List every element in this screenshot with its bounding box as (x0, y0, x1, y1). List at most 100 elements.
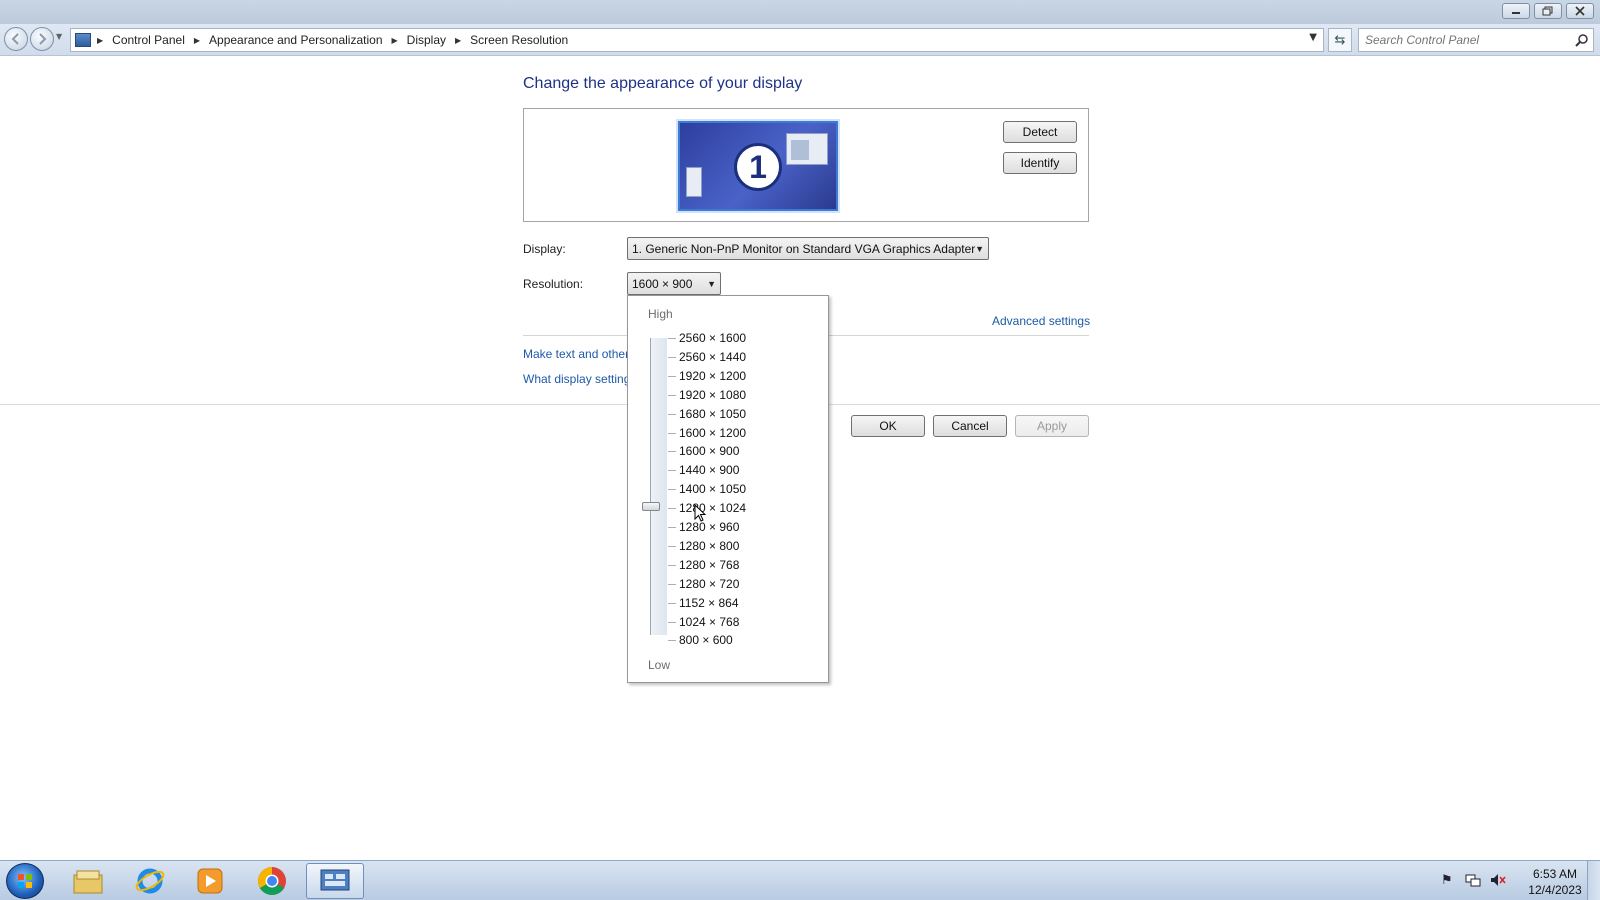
breadcrumb-arrow-icon[interactable]: ▶ (194, 36, 200, 45)
resolution-select[interactable]: 1600 × 900 ▼ (627, 272, 721, 295)
media-player-icon[interactable] (182, 863, 238, 899)
network-icon[interactable] (1465, 873, 1481, 891)
slider-tick (668, 356, 676, 358)
slider-tick (668, 489, 676, 491)
display-label: Display: (523, 242, 566, 256)
clock-time: 6:53 AM (1532, 867, 1578, 881)
breadcrumb: ▶ Control Panel ▶ Appearance and Persona… (97, 33, 568, 47)
forward-button[interactable] (30, 27, 54, 51)
control-panel-icon (75, 33, 91, 47)
breadcrumb-display[interactable]: Display (407, 33, 446, 47)
resolution-option[interactable]: 1280 × 960 (679, 520, 739, 538)
resolution-option[interactable]: 1024 × 768 (679, 615, 739, 633)
breadcrumb-arrow-icon[interactable]: ▶ (455, 36, 461, 45)
slider-tick (668, 451, 676, 453)
back-button[interactable] (4, 27, 28, 51)
resolution-option[interactable]: 1400 × 1050 (679, 482, 746, 500)
slider-tick (668, 394, 676, 396)
slider-tick (668, 545, 676, 547)
display-select-value: 1. Generic Non-PnP Monitor on Standard V… (632, 242, 976, 256)
address-bar[interactable]: ▶ Control Panel ▶ Appearance and Persona… (70, 28, 1324, 52)
window-title-bar (0, 0, 1600, 24)
restore-icon[interactable] (1534, 3, 1562, 19)
close-icon[interactable] (1566, 3, 1594, 19)
search-box[interactable] (1358, 28, 1594, 52)
start-button[interactable] (6, 863, 44, 899)
resolution-option[interactable]: 1680 × 1050 (679, 407, 746, 425)
slider-tick (668, 564, 676, 566)
chevron-down-icon: ▼ (975, 244, 984, 254)
minimize-icon[interactable] (1502, 3, 1530, 19)
action-center-flag-icon[interactable]: ⚑ (1441, 873, 1453, 888)
slider-tick (668, 508, 676, 510)
cancel-button[interactable]: Cancel (933, 415, 1007, 437)
volume-muted-icon[interactable] (1490, 873, 1506, 891)
resolution-option[interactable]: 1152 × 864 (679, 596, 739, 614)
windows-explorer-icon[interactable] (60, 863, 116, 899)
slider-tick (668, 413, 676, 415)
slider-tick (668, 583, 676, 585)
mouse-cursor-icon (694, 504, 707, 522)
navigation-bar: ▼ ▶ Control Panel ▶ Appearance and Perso… (0, 24, 1600, 56)
slider-tick (668, 527, 676, 528)
show-desktop-button[interactable] (1587, 861, 1600, 900)
low-label: Low (648, 658, 671, 672)
refresh-icon[interactable]: ⇆ (1328, 28, 1352, 52)
monitor-1-thumbnail[interactable]: 1 (678, 121, 838, 211)
breadcrumb-arrow-icon[interactable]: ▶ (97, 36, 103, 45)
taskbar: ⚑ 6:53 AM 12/4/2023 (0, 860, 1600, 900)
slider-tick (668, 640, 676, 642)
resolution-option[interactable]: 2560 × 1440 (679, 350, 746, 368)
breadcrumb-control-panel[interactable]: Control Panel (112, 33, 185, 47)
identify-button[interactable]: Identify (1003, 152, 1077, 174)
resolution-option[interactable]: 800 × 600 (679, 633, 733, 651)
resolution-option[interactable]: 1280 × 800 (679, 539, 739, 557)
slider-tick (668, 375, 676, 377)
search-icon[interactable] (1575, 33, 1589, 47)
slider-tick (668, 470, 676, 472)
resolution-option[interactable]: 1600 × 1200 (679, 426, 746, 444)
system-clock[interactable]: 6:53 AM 12/4/2023 (1520, 866, 1590, 898)
search-input[interactable] (1365, 32, 1565, 48)
resolution-option[interactable]: 1600 × 900 (679, 444, 739, 462)
address-dropdown-icon[interactable]: ▼ (1309, 32, 1317, 43)
window-thumbnail-icon (686, 167, 702, 197)
clock-date: 12/4/2023 (1528, 883, 1582, 897)
display-select[interactable]: 1. Generic Non-PnP Monitor on Standard V… (627, 237, 989, 260)
window-thumbnail-icon (786, 133, 828, 165)
high-label: High (648, 307, 673, 321)
detect-button[interactable]: Detect (1003, 121, 1077, 143)
page-title: Change the appearance of your display (523, 75, 803, 92)
control-panel-icon[interactable] (306, 863, 364, 899)
breadcrumb-arrow-icon[interactable]: ▶ (392, 36, 398, 45)
resolution-select-value: 1600 × 900 (632, 277, 693, 291)
resolution-label: Resolution: (523, 277, 584, 291)
resolution-option[interactable]: 1280 × 768 (679, 558, 739, 576)
resolution-option[interactable]: 1920 × 1080 (679, 388, 746, 406)
internet-explorer-icon[interactable] (122, 863, 178, 899)
slider-tick (668, 338, 676, 339)
advanced-settings-link[interactable]: Advanced settings (992, 314, 1090, 328)
windows-logo-icon (18, 874, 32, 888)
text-size-link[interactable]: Make text and other (523, 347, 629, 361)
chevron-down-icon: ▼ (707, 279, 716, 289)
breadcrumb-appearance[interactable]: Appearance and Personalization (209, 33, 382, 47)
resolution-slider-thumb[interactable] (642, 502, 660, 511)
slider-tick (668, 602, 676, 604)
display-settings-help-link[interactable]: What display setting (523, 372, 630, 386)
resolution-option[interactable]: 2560 × 1600 (679, 331, 746, 349)
slider-tick (668, 621, 676, 623)
resolution-slider-track[interactable] (650, 338, 667, 635)
resolution-option[interactable]: 1280 × 1024 (679, 501, 746, 519)
apply-button[interactable]: Apply (1015, 415, 1089, 437)
resolution-option[interactable]: 1440 × 900 (679, 463, 739, 481)
recent-pages-chevron-icon[interactable]: ▼ (56, 32, 62, 41)
resolution-option[interactable]: 1280 × 720 (679, 577, 739, 595)
resolution-option[interactable]: 1920 × 1200 (679, 369, 746, 387)
breadcrumb-screen-resolution[interactable]: Screen Resolution (470, 33, 568, 47)
slider-tick (668, 432, 676, 434)
monitor-arrangement-panel: 1 Detect Identify (523, 108, 1089, 222)
resolution-dropdown: High 2560 × 1600 2560 × 1440 1920 × 1200 19… (627, 295, 829, 683)
ok-button[interactable]: OK (851, 415, 925, 437)
chrome-icon[interactable] (244, 863, 300, 899)
